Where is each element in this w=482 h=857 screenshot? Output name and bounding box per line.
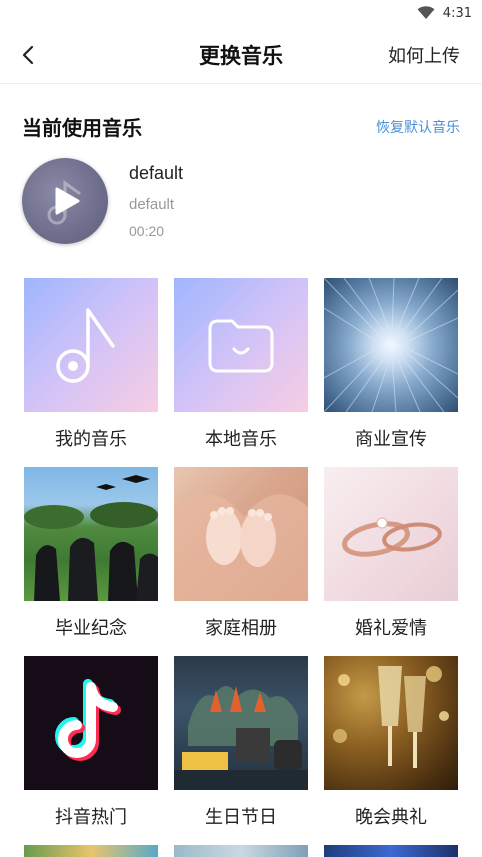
category-my-music[interactable]: 我的音乐 — [24, 278, 158, 467]
category-label: 晚会典礼 — [355, 807, 427, 827]
category-label: 家庭相册 — [205, 618, 277, 638]
category-business[interactable]: 商业宣传 — [324, 278, 458, 467]
music-note-icon — [56, 308, 115, 383]
current-music-header: 当前使用音乐 恢复默认音乐 — [0, 112, 482, 141]
skyscrapers-image — [324, 278, 458, 412]
category-label: 抖音热门 — [55, 807, 127, 827]
folder-icon — [208, 319, 274, 373]
status-time: 4:31 — [442, 5, 472, 21]
wifi-icon — [417, 6, 435, 20]
champagne-glasses-photo — [324, 656, 458, 790]
category-gala[interactable]: 晚会典礼 — [324, 656, 458, 845]
nav-bar: 更换音乐 如何上传 — [0, 26, 482, 84]
track-artist: default — [129, 196, 175, 213]
category-label: 毕业纪念 — [55, 618, 127, 638]
baby-feet-photo — [174, 467, 308, 601]
track-name: default — [129, 163, 184, 183]
category-local-music[interactable]: 本地音乐 — [174, 278, 308, 467]
category-label: 生日节日 — [205, 807, 277, 827]
graduation-photo — [24, 467, 158, 601]
track-info: default default 00:20 — [129, 163, 183, 239]
category-douyin-hot[interactable]: 抖音热门 — [24, 656, 158, 845]
current-track: default default 00:20 — [0, 158, 482, 244]
category-grid: 我的音乐 本地音乐 商业宣传 毕业纪念 家庭相册 婚礼爱情 抖音热门 生日节日 … — [24, 278, 460, 845]
how-to-upload-link[interactable]: 如何上传 — [388, 42, 460, 68]
category-thumbnail — [174, 278, 308, 412]
back-button[interactable] — [16, 43, 40, 67]
category-family-album[interactable]: 家庭相册 — [174, 467, 308, 656]
status-bar: 4:31 — [0, 0, 482, 26]
category-wedding[interactable]: 婚礼爱情 — [324, 467, 458, 656]
partial-thumbnail — [24, 845, 158, 857]
current-music-label: 当前使用音乐 — [22, 118, 142, 140]
category-label: 婚礼爱情 — [355, 618, 427, 638]
category-thumbnail — [24, 278, 158, 412]
category-graduation[interactable]: 毕业纪念 — [24, 467, 158, 656]
category-label: 我的音乐 — [55, 429, 127, 449]
category-label: 本地音乐 — [205, 429, 277, 449]
next-row-thumbnails-partial — [24, 845, 460, 857]
birthday-cake-photo — [174, 656, 308, 790]
wedding-rings-photo — [324, 467, 458, 601]
partial-thumbnail — [324, 845, 458, 857]
category-birthday[interactable]: 生日节日 — [174, 656, 308, 845]
partial-thumbnail — [174, 845, 308, 857]
chevron-left-icon — [22, 45, 34, 64]
play-icon — [55, 187, 80, 215]
douyin-logo — [24, 656, 158, 790]
category-label: 商业宣传 — [355, 429, 427, 449]
track-duration: 00:20 — [129, 223, 165, 239]
track-cover-play-button[interactable] — [22, 158, 108, 244]
restore-default-link[interactable]: 恢复默认音乐 — [376, 117, 460, 137]
